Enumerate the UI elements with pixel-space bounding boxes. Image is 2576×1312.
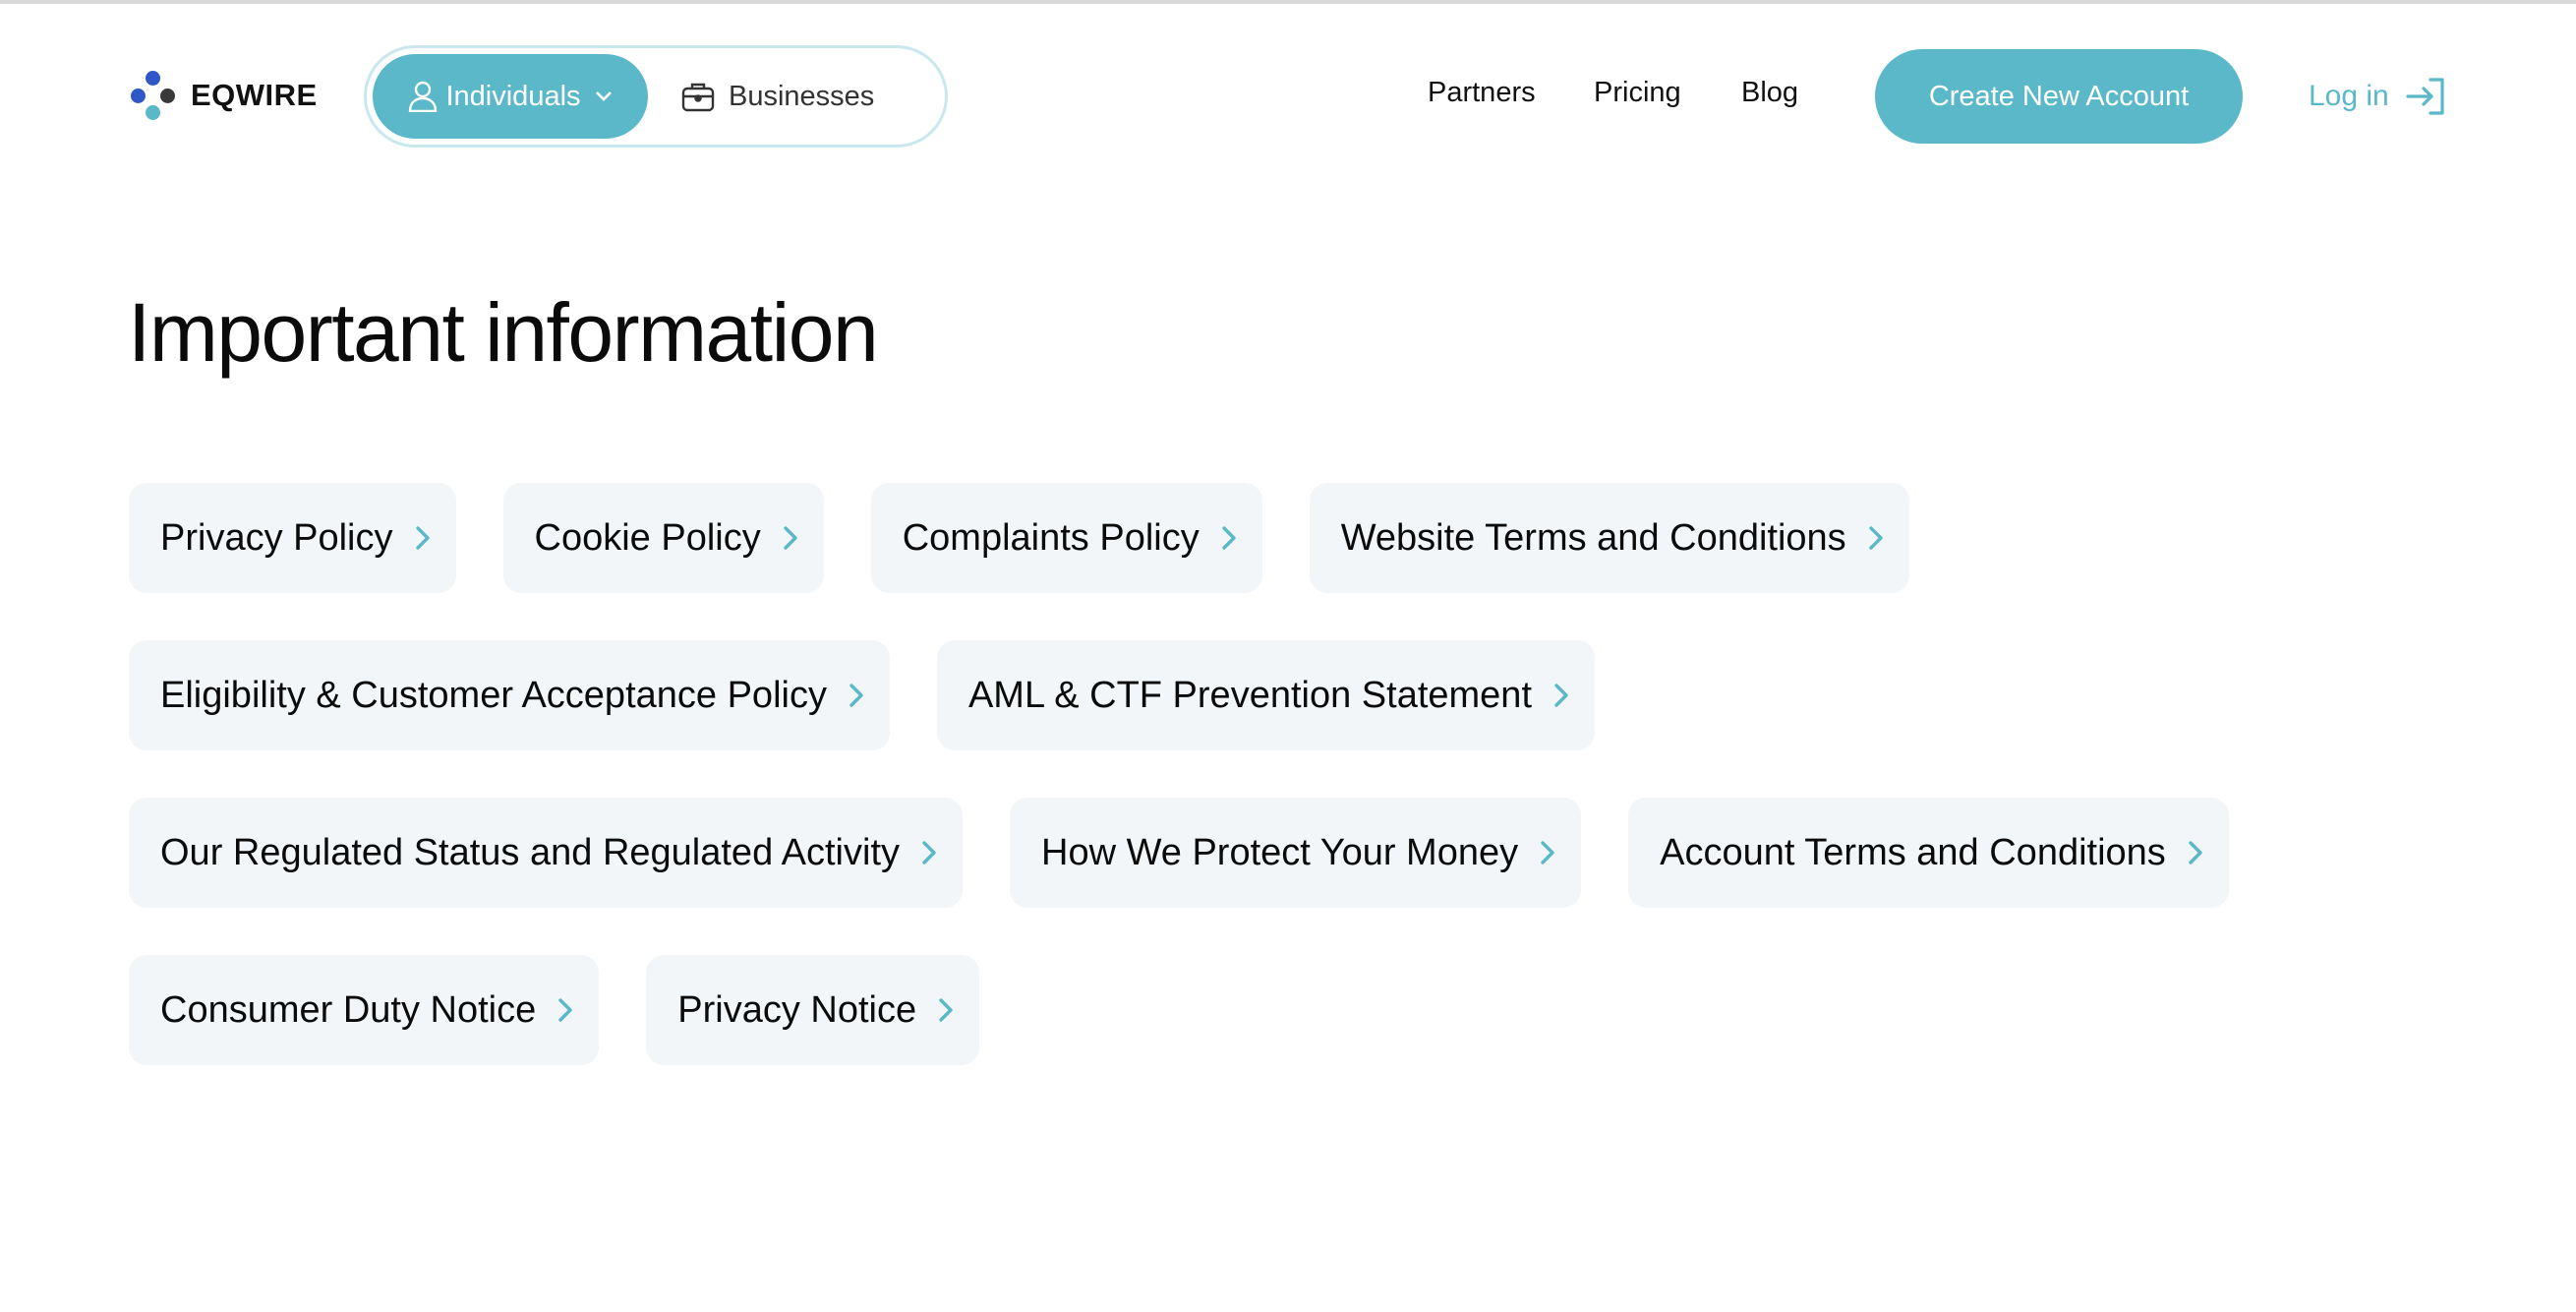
individuals-tab[interactable]: Individuals — [373, 54, 648, 139]
link-label: AML & CTF Prevention Statement — [967, 674, 1532, 716]
chevron-right-icon — [1221, 525, 1237, 551]
chevron-down-icon — [595, 91, 612, 101]
info-links-row: Consumer Duty Notice Privacy Notice — [129, 955, 2420, 1065]
privacy-notice-link[interactable]: Privacy Notice — [646, 955, 980, 1065]
chevron-right-icon — [1540, 840, 1555, 865]
chevron-right-icon — [921, 840, 937, 865]
privacy-policy-link[interactable]: Privacy Policy — [129, 483, 456, 593]
link-label: Our Regulated Status and Regulated Activ… — [160, 831, 901, 873]
nav-partners-link[interactable]: Partners — [1428, 77, 1536, 109]
chevron-right-icon — [938, 997, 954, 1023]
protect-money-link[interactable]: How We Protect Your Money — [1010, 798, 1582, 908]
consumer-duty-notice-link[interactable]: Consumer Duty Notice — [129, 955, 600, 1065]
website-terms-link[interactable]: Website Terms and Conditions — [1309, 483, 1909, 593]
link-label: Website Terms and Conditions — [1340, 516, 1846, 559]
page-title: Important information — [128, 286, 879, 379]
nav-blog-link[interactable]: Blog — [1741, 77, 1798, 109]
brand-logo[interactable]: EQWIRE — [128, 71, 318, 120]
nav-pricing-link[interactable]: Pricing — [1594, 77, 1681, 109]
link-label: Cookie Policy — [534, 516, 761, 559]
cookie-policy-link[interactable]: Cookie Policy — [502, 483, 824, 593]
aml-ctf-statement-link[interactable]: AML & CTF Prevention Statement — [936, 640, 1595, 750]
chevron-right-icon — [1868, 525, 1884, 551]
link-label: Consumer Duty Notice — [160, 988, 537, 1031]
login-label: Log in — [2309, 80, 2389, 112]
businesses-tab[interactable]: Businesses — [681, 54, 898, 139]
chevron-right-icon — [849, 683, 864, 708]
site-header: EQWIRE Individuals Businesses Partners P… — [0, 0, 2576, 197]
info-links: Privacy Policy Cookie Policy Complaints … — [129, 483, 2420, 1112]
create-account-button[interactable]: Create New Account — [1875, 49, 2243, 144]
complaints-policy-link[interactable]: Complaints Policy — [870, 483, 1262, 593]
user-icon — [409, 81, 438, 112]
info-links-row: Eligibility & Customer Acceptance Policy… — [129, 640, 2420, 750]
individuals-label: Individuals — [445, 80, 581, 112]
link-label: How We Protect Your Money — [1041, 831, 1519, 873]
businesses-label: Businesses — [729, 80, 875, 112]
chevron-right-icon — [2188, 840, 2203, 865]
chevron-right-icon — [557, 997, 573, 1023]
link-label: Eligibility & Customer Acceptance Policy — [160, 674, 827, 716]
link-label: Account Terms and Conditions — [1660, 831, 2166, 873]
info-links-row: Privacy Policy Cookie Policy Complaints … — [129, 483, 2420, 593]
login-arrow-icon — [2406, 78, 2444, 115]
login-link[interactable]: Log in — [2309, 73, 2446, 120]
regulated-status-link[interactable]: Our Regulated Status and Regulated Activ… — [129, 798, 964, 908]
briefcase-icon — [681, 83, 715, 112]
info-links-row: Our Regulated Status and Regulated Activ… — [129, 798, 2420, 908]
brand-name: EQWIRE — [191, 78, 318, 112]
eligibility-policy-link[interactable]: Eligibility & Customer Acceptance Policy — [129, 640, 890, 750]
account-terms-link[interactable]: Account Terms and Conditions — [1628, 798, 2229, 908]
chevron-right-icon — [783, 525, 798, 551]
link-label: Privacy Policy — [160, 516, 393, 559]
link-label: Privacy Notice — [677, 988, 917, 1031]
audience-switcher: Individuals Businesses — [364, 45, 948, 148]
chevron-right-icon — [415, 525, 431, 551]
chevron-right-icon — [1553, 683, 1569, 708]
logo-dots-icon — [128, 71, 177, 120]
link-label: Complaints Policy — [902, 516, 1200, 559]
